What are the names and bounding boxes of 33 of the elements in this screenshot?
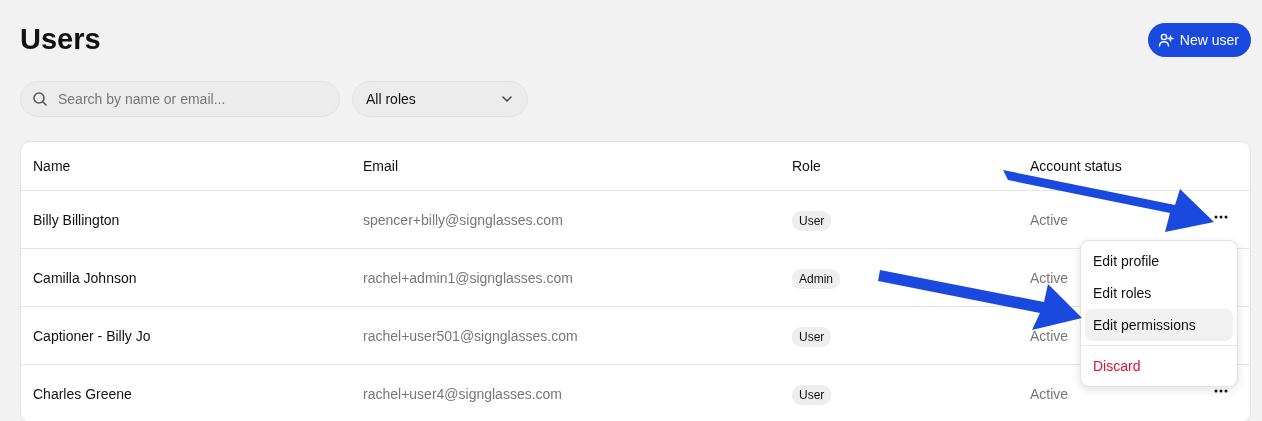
more-options-button[interactable] (1212, 387, 1230, 395)
user-email: rachel+admin1@signglasses.com (363, 269, 574, 286)
role-tag: Admin (792, 268, 840, 289)
column-header: Email (363, 158, 399, 174)
account-status: Active (1030, 269, 1070, 286)
account-status: Active (1030, 211, 1070, 228)
search-icon (32, 91, 48, 107)
add-user-icon (1157, 31, 1174, 48)
user-name: Captioner - Billy Jo (32, 327, 152, 344)
user-email: rachel+user4@signglasses.com (363, 385, 564, 402)
menu-item[interactable]: Edit permissions (1085, 309, 1233, 341)
account-status: Active (1030, 327, 1070, 344)
user-email: spencer+billy@signglasses.com (363, 211, 564, 228)
user-name: Charles Greene (32, 385, 133, 402)
role-tag: User (792, 384, 832, 405)
menu-item[interactable]: Edit profile (1085, 245, 1233, 277)
role-tag: User (792, 210, 832, 231)
chevron-down-icon (501, 95, 513, 103)
column-header: Name (32, 158, 72, 174)
column-header: Account status (1030, 158, 1123, 174)
menu-item[interactable]: Discard (1085, 350, 1233, 382)
menu-item[interactable]: Edit roles (1085, 277, 1233, 309)
more-options-button[interactable] (1212, 213, 1230, 221)
search-field[interactable]: Search by name or email... (20, 81, 340, 117)
role-dropdown[interactable]: All roles (352, 81, 528, 117)
user-name: Camilla Johnson (32, 269, 138, 286)
column-header: Role (792, 158, 822, 174)
user-email: rachel+user501@signglasses.com (363, 327, 579, 344)
new-user-button[interactable]: New user (1147, 22, 1251, 57)
user-name: Billy Billington (32, 211, 121, 228)
account-status: Active (1030, 385, 1070, 402)
role-tag: User (792, 326, 832, 347)
page-title: Users (20, 22, 101, 56)
